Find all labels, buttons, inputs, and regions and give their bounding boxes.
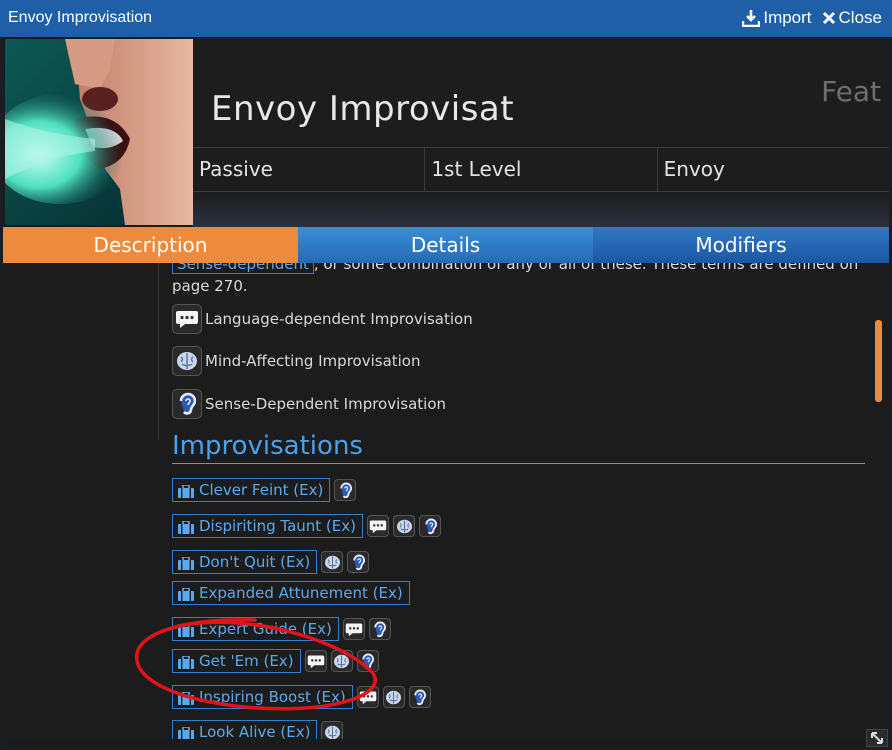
speech-bubble-icon	[304, 650, 327, 672]
improvisation-label: Get 'Em (Ex)	[199, 652, 294, 670]
briefcase-icon	[178, 586, 194, 601]
improvisation-item: Don't Quit (Ex)	[172, 550, 370, 574]
brain-icon	[330, 650, 353, 672]
improvisation-item: Look Alive (Ex)	[172, 720, 344, 739]
improvisation-link[interactable]: Expanded Attunement (Ex)	[172, 581, 410, 605]
resize-handle[interactable]	[866, 729, 888, 747]
improvisation-item: Get 'Em (Ex)	[172, 649, 379, 673]
improvisation-link[interactable]: Get 'Em (Ex)	[172, 649, 301, 673]
improvisation-label: Inspiring Boost (Ex)	[199, 688, 346, 706]
improvisation-item: Inspiring Boost (Ex)	[172, 685, 431, 709]
tab-modifiers[interactable]: Modifiers	[593, 227, 889, 263]
feat-activation: Passive	[193, 147, 426, 191]
download-icon	[742, 9, 761, 27]
briefcase-icon	[178, 483, 194, 498]
feat-info-row: Passive 1st Level Envoy	[193, 147, 889, 191]
brain-icon	[321, 551, 344, 573]
description-page-ref: page 270.	[172, 277, 248, 295]
speech-bubble-icon	[342, 618, 365, 640]
import-label: Import	[763, 8, 812, 27]
improvisation-item: Expanded Attunement (Ex)	[172, 581, 410, 605]
improvisation-link[interactable]: Dispiriting Taunt (Ex)	[172, 514, 363, 538]
improvisation-label: Expanded Attunement (Ex)	[199, 584, 403, 602]
improvisation-link[interactable]: Don't Quit (Ex)	[172, 550, 318, 574]
brain-icon	[172, 346, 202, 376]
close-label: Close	[838, 8, 882, 27]
feat-level: 1st Level	[425, 147, 658, 191]
brain-icon	[393, 515, 415, 537]
ear-icon	[368, 618, 391, 640]
sense-dependent-link[interactable]: Sense-dependent	[172, 263, 314, 274]
briefcase-icon	[178, 519, 194, 534]
improvisations-heading: Improvisations	[172, 431, 363, 461]
tab-bar: Description Details Modifiers	[3, 227, 889, 263]
close-icon	[822, 11, 836, 25]
tab-description[interactable]: Description	[3, 227, 298, 263]
speech-bubble-icon	[367, 515, 389, 537]
ear-icon	[408, 686, 431, 708]
heading-rule	[172, 463, 865, 464]
header-shade	[193, 192, 889, 228]
brain-icon	[321, 721, 344, 739]
ear-icon	[347, 551, 370, 573]
description-panel: Sense-dependent, or some combination of …	[3, 263, 889, 739]
ear-icon	[419, 515, 441, 537]
improvisation-label: Clever Feint (Ex)	[199, 481, 324, 499]
feat-class: Envoy	[663, 157, 725, 181]
ear-icon	[172, 389, 202, 419]
trait-row: Language-dependent Improvisation	[172, 304, 473, 334]
brain-icon	[382, 686, 405, 708]
indent-rule	[158, 263, 159, 440]
improvisation-label: Expert Guide (Ex)	[199, 620, 332, 638]
trait-row: Mind-Affecting Improvisation	[172, 346, 421, 376]
improvisation-item: Expert Guide (Ex)	[172, 617, 391, 641]
feat-portrait-image	[5, 39, 193, 225]
feat-name: Envoy Improvisat	[211, 89, 515, 129]
trait-label: Language-dependent Improvisation	[205, 310, 473, 328]
ear-icon	[356, 650, 379, 672]
feat-type-label: Feat	[821, 75, 881, 108]
resize-arrows-icon	[871, 732, 883, 744]
close-button[interactable]: Close	[822, 8, 882, 28]
speech-bubble-icon	[172, 304, 202, 334]
improvisation-label: Dispiriting Taunt (Ex)	[199, 517, 356, 535]
window-actions: Import Close	[742, 8, 882, 28]
tab-details[interactable]: Details	[298, 227, 593, 263]
briefcase-icon	[178, 690, 194, 705]
speech-bubble-icon	[356, 686, 379, 708]
briefcase-icon	[178, 622, 194, 637]
improvisation-item: Dispiriting Taunt (Ex)	[172, 514, 441, 538]
trait-row: Sense-Dependent Improvisation	[172, 389, 446, 419]
scrollbar-thumb[interactable]	[875, 320, 882, 402]
description-cut-text: , or some combination of any or all of t…	[313, 263, 859, 273]
improvisation-link[interactable]: Inspiring Boost (Ex)	[172, 685, 353, 709]
improvisation-link[interactable]: Look Alive (Ex)	[172, 720, 318, 739]
ear-icon	[334, 479, 357, 501]
briefcase-icon	[178, 555, 194, 570]
description-cut-line: Sense-dependent, or some combination of …	[172, 263, 872, 274]
improvisation-item: Clever Feint (Ex)	[172, 478, 357, 502]
trait-label: Mind-Affecting Improvisation	[205, 352, 421, 370]
improvisation-link[interactable]: Clever Feint (Ex)	[172, 478, 331, 502]
window-title: Envoy Improvisation	[8, 9, 153, 26]
improvisation-label: Look Alive (Ex)	[199, 723, 311, 739]
briefcase-icon	[178, 654, 194, 669]
briefcase-icon	[178, 725, 194, 739]
improvisation-label: Don't Quit (Ex)	[199, 553, 311, 571]
trait-label: Sense-Dependent Improvisation	[205, 395, 447, 413]
title-bar: Envoy Improvisation Import Close	[0, 0, 892, 37]
import-button[interactable]: Import	[742, 8, 812, 28]
improvisation-link[interactable]: Expert Guide (Ex)	[172, 617, 339, 641]
